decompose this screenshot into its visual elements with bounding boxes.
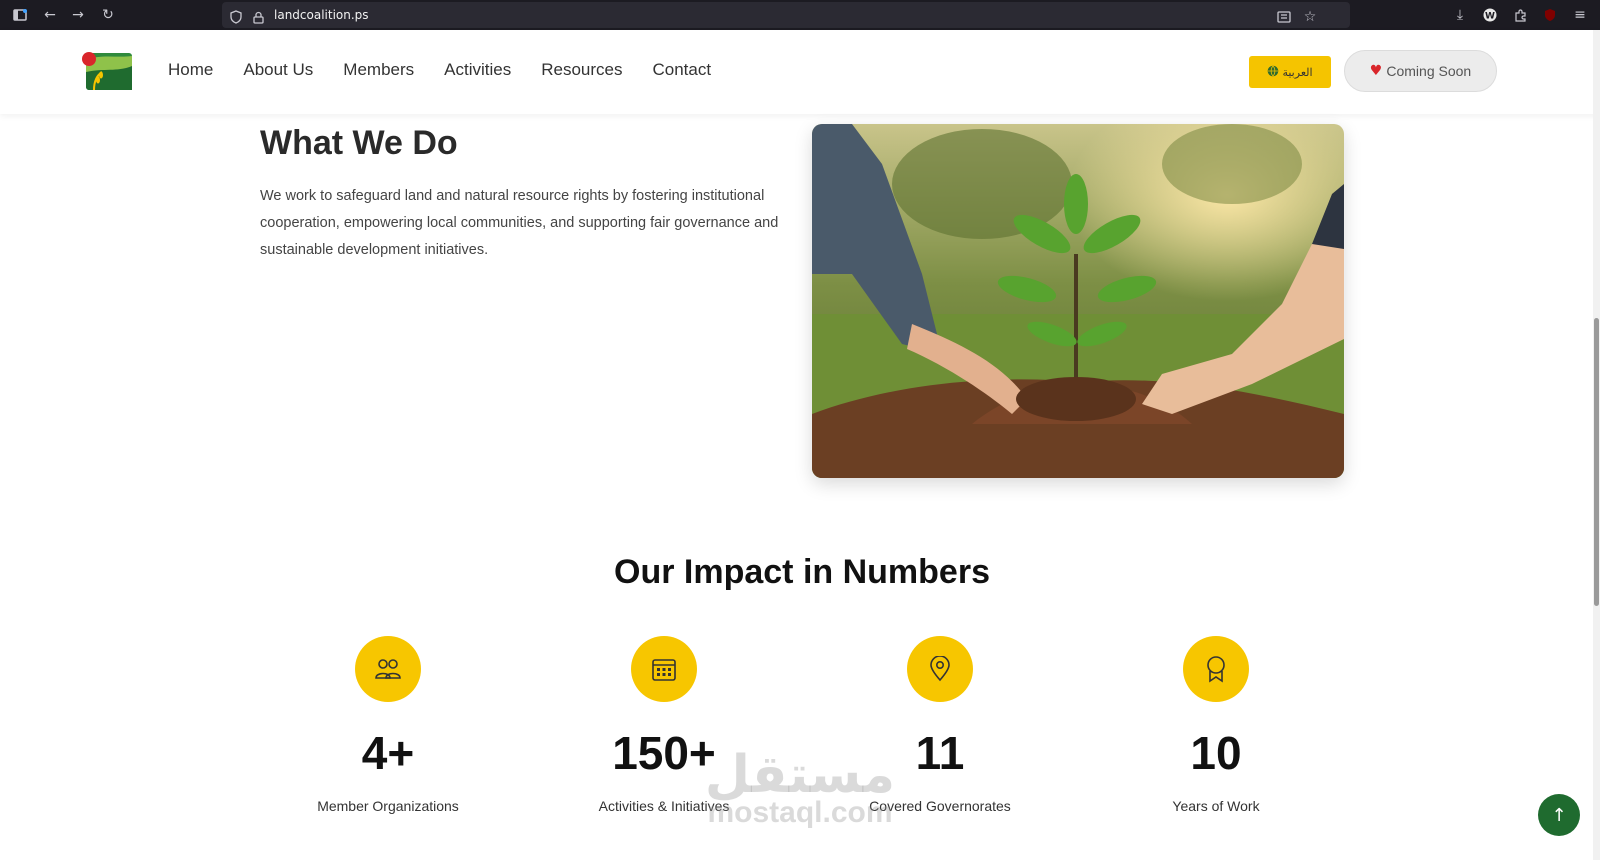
shield-icon xyxy=(224,2,248,32)
site-logo[interactable] xyxy=(80,50,134,92)
language-switch-button[interactable]: العربية xyxy=(1249,56,1331,88)
main-nav: Home About Us Members Activities Resourc… xyxy=(168,60,741,80)
nav-contact[interactable]: Contact xyxy=(653,60,712,80)
award-icon xyxy=(1183,636,1249,702)
url-text: landcoalition.ps xyxy=(274,8,369,22)
nav-activities[interactable]: Activities xyxy=(444,60,511,80)
seedling-planting-photo xyxy=(812,124,1344,478)
watermark-latin: mostaql.com xyxy=(707,796,893,829)
people-icon xyxy=(355,636,421,702)
forward-icon[interactable]: → xyxy=(66,0,90,30)
scrollbar-thumb[interactable] xyxy=(1594,318,1599,606)
bookmark-star-icon[interactable]: ☆ xyxy=(1298,2,1322,32)
arrow-up-icon: ↑ xyxy=(1551,804,1567,826)
what-we-do-text: We work to safeguard land and natural re… xyxy=(260,188,779,258)
watermark-arabic: مستقل xyxy=(704,745,896,805)
location-pin-icon xyxy=(907,636,973,702)
stat-member-organizations: 4+ Member Organizations xyxy=(258,636,518,814)
extension-w-icon[interactable]: W xyxy=(1478,0,1502,30)
stat-value: 10 xyxy=(1190,727,1242,779)
downloads-icon[interactable]: ⤓ xyxy=(1448,0,1472,30)
address-bar[interactable]: landcoalition.ps ☆ xyxy=(222,2,1350,28)
calendar-icon xyxy=(631,636,697,702)
coming-soon-label: Coming Soon xyxy=(1386,63,1472,79)
stat-value: 4+ xyxy=(361,727,415,779)
heart-icon: ♥ xyxy=(1369,63,1383,79)
stat-label: Years of Work xyxy=(1172,798,1260,814)
extensions-puzzle-icon[interactable] xyxy=(1508,0,1532,30)
reload-icon[interactable]: ↻ xyxy=(96,0,120,30)
coming-soon-button[interactable]: ♥ Coming Soon xyxy=(1344,50,1497,92)
menu-icon[interactable]: ≡ xyxy=(1568,0,1592,30)
lock-icon xyxy=(246,2,270,32)
ublock-icon[interactable] xyxy=(1538,0,1562,30)
nav-home[interactable]: Home xyxy=(168,60,213,80)
reader-view-icon[interactable] xyxy=(1272,2,1296,32)
browser-toolbar: ← → ↻ landcoalition.ps ☆ ⤓ W ≡ xyxy=(0,0,1600,30)
what-we-do-title: What We Do xyxy=(260,124,458,162)
back-to-top-button[interactable]: ↑ xyxy=(1538,794,1580,836)
svg-text:W: W xyxy=(1485,12,1495,22)
nav-members[interactable]: Members xyxy=(343,60,414,80)
impact-title: Our Impact in Numbers xyxy=(614,553,990,591)
back-icon[interactable]: ← xyxy=(38,0,62,30)
language-label: العربية xyxy=(1282,66,1313,79)
nav-about-us[interactable]: About Us xyxy=(243,60,313,80)
globe-icon xyxy=(1267,65,1279,80)
site-header: Home About Us Members Activities Resourc… xyxy=(0,30,1600,114)
stat-years-of-work: 10 Years of Work xyxy=(1086,636,1346,814)
watermark: مستقل mostaql.com xyxy=(700,748,900,830)
nav-resources[interactable]: Resources xyxy=(541,60,622,80)
tab-overview-icon[interactable] xyxy=(8,0,32,30)
stat-label: Member Organizations xyxy=(317,798,459,814)
